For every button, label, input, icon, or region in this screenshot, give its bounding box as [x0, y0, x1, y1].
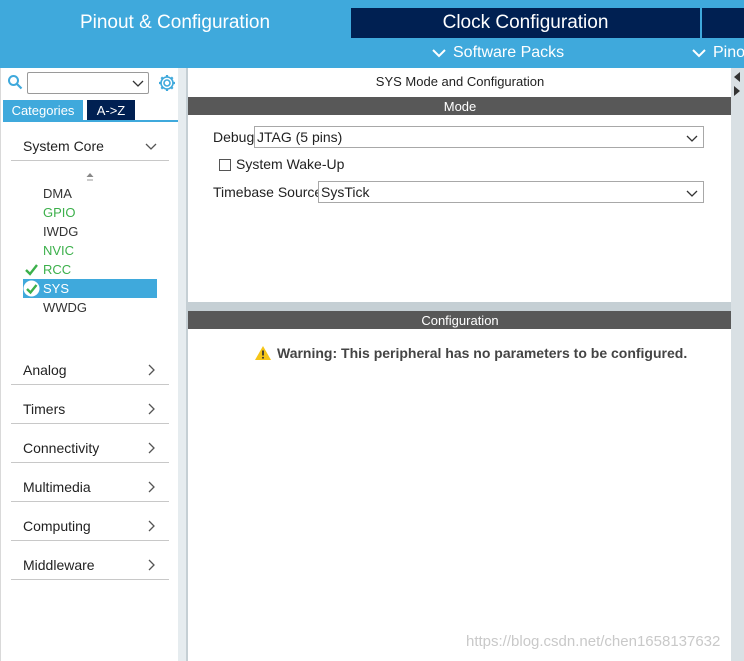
tab-pinout-configuration[interactable]: Pinout & Configuration: [0, 8, 350, 38]
debug-select[interactable]: JTAG (5 pins): [254, 126, 704, 148]
group-computing[interactable]: Computing: [11, 511, 169, 541]
pinout-menu-label: Pinou: [713, 44, 744, 61]
peripheral-label: IWDG: [43, 224, 79, 239]
system-wakeup-label: System Wake-Up: [236, 156, 345, 172]
checkmark-icon: [25, 264, 38, 276]
chevron-down-icon: [145, 143, 157, 150]
gear-icon[interactable]: [157, 73, 177, 93]
group-label: Timers: [23, 400, 66, 417]
chevron-right-icon: [148, 364, 155, 376]
tab-clock-configuration[interactable]: Clock Configuration: [351, 8, 700, 38]
expand-arrow-icon[interactable]: [733, 86, 741, 96]
group-label: Computing: [23, 517, 91, 534]
group-label: Middleware: [23, 556, 95, 573]
software-packs-menu[interactable]: Software Packs: [432, 38, 564, 68]
chevron-right-icon: [148, 481, 155, 493]
group-analog[interactable]: Analog: [11, 355, 169, 385]
warning-message: Warning: This peripheral has no paramete…: [254, 343, 687, 363]
configuration-header: Configuration: [188, 311, 732, 329]
peripheral-label: NVIC: [43, 243, 75, 258]
peripheral-wwdg[interactable]: WWDG: [23, 298, 157, 317]
group-label: Connectivity: [23, 439, 100, 456]
sys-config-panel: SYS Mode and Configuration Mode Debug JT…: [186, 68, 732, 661]
software-packs-label: Software Packs: [453, 44, 565, 61]
chevron-right-icon: [148, 520, 155, 532]
section-splitter[interactable]: [188, 302, 732, 311]
chevron-down-icon[interactable]: [132, 77, 144, 89]
system-wakeup-checkbox[interactable]: [219, 159, 231, 171]
group-multimedia[interactable]: Multimedia: [11, 472, 169, 502]
search-row: [5, 72, 177, 94]
timebase-source-value: SysTick: [321, 184, 370, 200]
chevron-right-icon: [148, 559, 155, 571]
tab-underline: [3, 120, 179, 122]
chevron-down-icon: [686, 190, 698, 197]
timebase-source-select[interactable]: SysTick: [318, 181, 704, 203]
sort-icon[interactable]: [85, 172, 95, 184]
search-input[interactable]: [27, 72, 149, 94]
watermark: https://blog.csdn.net/chen1658137632: [466, 633, 721, 650]
warning-text: Warning: This peripheral has no paramete…: [277, 345, 688, 361]
category-panel: Categories A->Z System Core DMA GPIO IWD…: [0, 68, 180, 661]
chevron-down-icon: [686, 135, 698, 142]
peripheral-label: DMA: [43, 186, 72, 201]
sub-menu-bar: Software Packs Pinou: [0, 38, 744, 68]
collapse-arrow-icon[interactable]: [733, 72, 741, 82]
peripheral-label: RCC: [43, 262, 72, 277]
group-label: Analog: [23, 361, 67, 378]
debug-value: JTAG (5 pins): [257, 129, 343, 145]
debug-label: Debug: [213, 129, 255, 145]
category-tabs: Categories A->Z: [3, 100, 179, 120]
peripheral-nvic[interactable]: NVIC: [23, 241, 157, 260]
search-icon[interactable]: [7, 74, 23, 90]
peripheral-sys[interactable]: SYS: [23, 279, 157, 298]
warning-icon: [255, 346, 271, 360]
group-timers[interactable]: Timers: [11, 394, 169, 424]
peripheral-dma[interactable]: DMA: [23, 184, 157, 203]
group-middleware[interactable]: Middleware: [11, 550, 169, 580]
chevron-right-icon: [148, 403, 155, 415]
right-collapse-bar[interactable]: [731, 68, 744, 661]
chevron-right-icon: [148, 442, 155, 454]
panel-title: SYS Mode and Configuration: [375, 74, 545, 89]
check-circle-icon: [23, 280, 40, 297]
peripheral-label: SYS: [43, 281, 70, 296]
timebase-source-label: Timebase Source: [213, 184, 323, 200]
top-tab-bar: Pinout & Configuration Clock Configurati…: [0, 0, 744, 38]
panel-splitter[interactable]: [178, 68, 186, 661]
peripheral-label: GPIO: [43, 205, 76, 220]
peripheral-gpio[interactable]: GPIO: [23, 203, 157, 222]
tab-categories[interactable]: Categories: [3, 100, 83, 120]
tab-a-to-z[interactable]: A->Z: [87, 100, 135, 120]
chevron-down-icon: [692, 49, 706, 58]
group-label: System Core: [23, 137, 104, 154]
tab-more[interactable]: [702, 8, 744, 38]
group-system-core[interactable]: System Core: [11, 131, 169, 161]
peripheral-label: WWDG: [43, 300, 88, 315]
peripheral-iwdg[interactable]: IWDG: [23, 222, 157, 241]
pinout-menu[interactable]: Pinou: [692, 38, 744, 68]
mode-header: Mode: [188, 97, 732, 115]
peripheral-rcc[interactable]: RCC: [23, 260, 157, 279]
group-label: Multimedia: [23, 478, 91, 495]
group-connectivity[interactable]: Connectivity: [11, 433, 169, 463]
chevron-down-icon: [432, 49, 446, 58]
